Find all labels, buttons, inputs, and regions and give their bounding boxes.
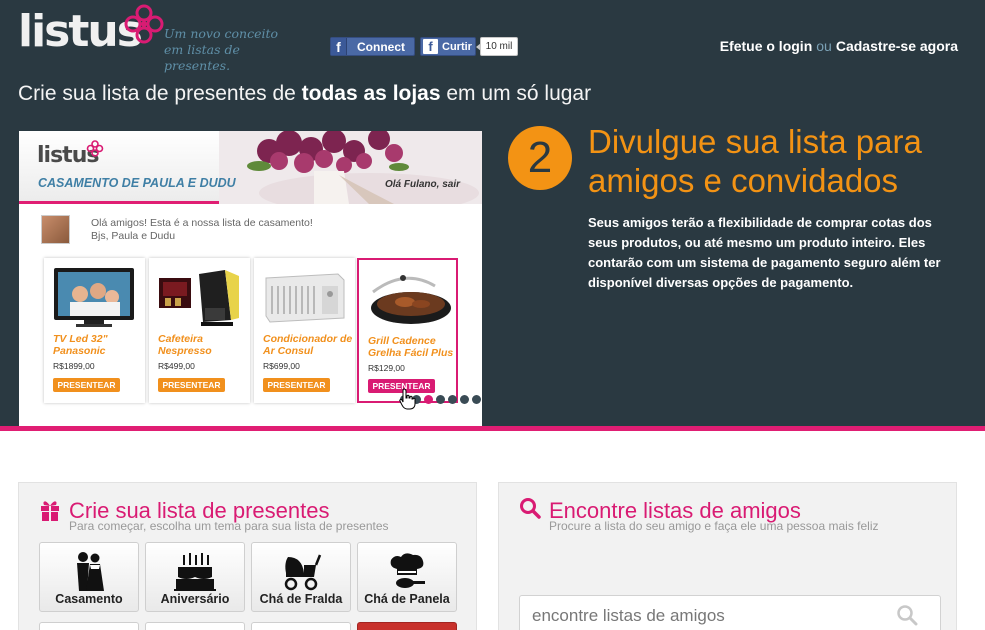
flower-icon [86, 140, 104, 157]
product-name: TV Led 32" Panasonic [53, 333, 108, 357]
category-tile-partial[interactable] [251, 622, 351, 630]
preview-greeting: Olá Fulano, sair [384, 179, 460, 190]
message-line1: Olá amigos! Esta é a nossa lista de casa… [91, 217, 313, 229]
category-label: Chá de Fralda [259, 592, 343, 606]
tv-image [54, 268, 134, 327]
login-link[interactable]: Efetue o login [720, 38, 813, 54]
product-name: Grill Cadence Grelha Fácil Plus [368, 335, 454, 359]
gift-icon [41, 501, 59, 521]
product-card: Cafeteira Nespresso R$499,00 PRESENTEAR [149, 258, 250, 403]
category-tile-partial[interactable] [145, 622, 245, 630]
category-tile-partial[interactable] [39, 622, 139, 630]
preview-message: Olá amigos! Esta é a nossa lista de casa… [91, 217, 391, 243]
tagline-line1: Um novo conceito [164, 26, 279, 41]
birthday-cake-icon [174, 553, 216, 591]
list-preview-mockup: listus Olá Fulano, sair CASAMENTO DE PAU… [19, 131, 482, 426]
search-friends-panel: Encontre listas de amigos Procure a list… [498, 482, 957, 630]
facebook-like-button[interactable]: f Curtir [420, 37, 476, 56]
chef-hat-icon [390, 553, 425, 588]
product-price: R$699,00 [263, 361, 300, 371]
carousel-dot[interactable] [472, 395, 481, 404]
step-number-badge: 2 [508, 126, 572, 190]
product-price: R$499,00 [158, 361, 195, 371]
facebook-icon: f [423, 39, 438, 54]
presentear-button[interactable]: PRESENTEAR [263, 378, 330, 392]
hand-cursor-icon [399, 388, 416, 410]
pink-divider [0, 426, 985, 431]
product-name: Cafeteira Nespresso [158, 333, 212, 357]
hero-section: listus Um novo conceito em listas de pre… [0, 0, 985, 426]
category-label: Chá de Panela [364, 592, 450, 606]
signup-link[interactable]: Cadastre-se agora [836, 38, 958, 54]
wedding-couple-icon [77, 552, 104, 591]
product-card-selected: Grill Cadence Grelha Fácil Plus R$129,00… [357, 258, 458, 403]
auth-links: Efetue o login ou Cadastre-se agora [720, 38, 958, 54]
presentear-button[interactable]: PRESENTEAR [53, 378, 120, 392]
step-description: Seus amigos terão a flexibilidade de com… [588, 215, 941, 290]
search-icon [520, 498, 541, 519]
category-label: Aniversário [160, 592, 230, 606]
preview-list-title: CASAMENTO DE PAULA E DUDU [38, 176, 236, 190]
headline-bold: todas as lojas [301, 82, 441, 105]
create-list-subtitle: Para começar, escolha um tema para sua l… [69, 519, 389, 533]
page-headline: Crie sua lista de presentes de todas as … [18, 82, 591, 106]
product-price: R$1899,00 [53, 361, 95, 371]
category-tile-partial[interactable] [357, 622, 457, 630]
message-line2: Bjs, Paula e Dudu [91, 230, 176, 242]
facebook-connect-button[interactable]: f Connect [330, 37, 415, 56]
search-icon[interactable] [896, 604, 918, 626]
tagline-line2: em listas de presentes. [164, 42, 240, 73]
facebook-icon: f [331, 38, 347, 55]
presentear-button[interactable]: PRESENTEAR [158, 378, 225, 392]
search-friends-subtitle: Procure a lista do seu amigo e faça ele … [549, 519, 879, 533]
create-list-panel: Crie sua lista de presentes Para começar… [18, 482, 477, 630]
category-aniversario[interactable]: Aniversário [145, 542, 245, 612]
carousel-dot[interactable] [460, 395, 469, 404]
carousel-dot[interactable] [448, 395, 457, 404]
category-cha-de-fralda[interactable]: Chá de Fralda [251, 542, 351, 612]
auth-or: ou [816, 38, 832, 54]
facebook-like-label: Curtir [442, 40, 472, 53]
step-title: Divulgue sua lista para amigos e convida… [588, 123, 922, 199]
tagline: Um novo conceito em listas de presentes. [164, 26, 304, 74]
baby-stroller-icon [284, 554, 322, 591]
preview-header: listus Olá Fulano, sair CASAMENTO DE PAU… [19, 131, 482, 204]
couple-avatar [41, 215, 70, 244]
category-casamento[interactable]: Casamento [39, 542, 139, 612]
search-input[interactable] [532, 604, 892, 628]
facebook-connect-label: Connect [357, 39, 405, 54]
facebook-like-count: 10 mil [476, 37, 518, 56]
carousel-dot-active[interactable] [424, 395, 433, 404]
carousel-dot[interactable] [436, 395, 445, 404]
coffee-machine-image [159, 270, 239, 326]
search-box [519, 595, 941, 630]
listus-logo[interactable]: listus [18, 4, 164, 60]
product-name: Condicionador de Ar Consul [263, 333, 353, 357]
product-card: Condicionador de Ar Consul R$699,00 PRES… [254, 258, 355, 403]
headline-part1: Crie sua lista de presentes de [18, 82, 302, 105]
product-card: TV Led 32" Panasonic R$1899,00 PRESENTEA… [44, 258, 145, 403]
category-label: Casamento [55, 592, 123, 606]
product-price: R$129,00 [368, 363, 405, 373]
bouquet-image [219, 131, 482, 204]
category-cha-de-panela[interactable]: Chá de Panela [357, 542, 457, 612]
headline-part2: em um só lugar [440, 82, 592, 105]
grill-image [371, 275, 451, 324]
air-conditioner-image [265, 273, 345, 323]
